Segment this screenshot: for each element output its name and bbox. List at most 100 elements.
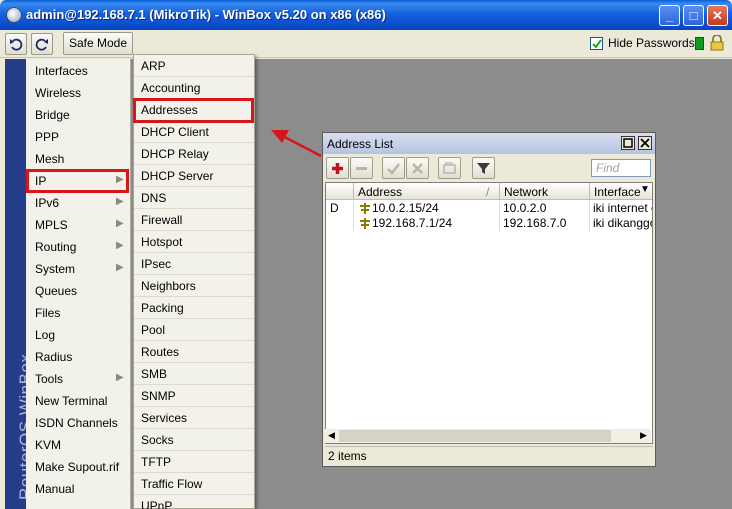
submenu-item-label: Accounting [141, 81, 201, 95]
redo-button[interactable] [31, 33, 53, 55]
submenu-item-label: DNS [141, 191, 167, 205]
table-row[interactable]: 192.168.7.1/24 192.168.7.0 iki dikanggo [326, 216, 652, 231]
comment-button[interactable] [438, 157, 461, 179]
submenu-arrow-icon: ▶ [116, 218, 124, 229]
submenu-item-dhcp-client[interactable]: DHCP Client [134, 121, 254, 143]
menu-item-label: Radius [35, 350, 73, 364]
remove-button[interactable] [350, 157, 373, 179]
column-header-address[interactable]: Address / [354, 183, 500, 200]
column-header-flag[interactable] [326, 183, 354, 200]
maximize-button[interactable]: □ [683, 5, 704, 26]
submenu-item-label: IPsec [141, 257, 172, 271]
x-icon [412, 163, 423, 174]
submenu-item-routes[interactable]: Routes [134, 341, 254, 363]
submenu-item-pool[interactable]: Pool [134, 319, 254, 341]
submenu-item-neighbors[interactable]: Neighbors [134, 275, 254, 297]
comment-icon [443, 162, 456, 174]
connection-status-indicator [695, 37, 704, 50]
menu-item-interfaces[interactable]: Interfaces [26, 59, 131, 81]
scroll-right-icon[interactable]: ▶ [640, 430, 647, 441]
menu-item-label: Wireless [35, 86, 82, 100]
scroll-left-icon[interactable]: ◀ [328, 430, 335, 441]
menu-item-label: PPP [35, 130, 60, 144]
submenu-item-ipsec[interactable]: IPsec [134, 253, 254, 275]
menu-item-label: Files [35, 306, 61, 320]
menu-item-make-supout[interactable]: Make Supout.rif [26, 455, 131, 477]
disable-button[interactable] [406, 157, 429, 179]
submenu-item-label: DHCP Client [141, 125, 209, 139]
pointer-arrow-icon [271, 130, 322, 158]
window-maximize-button[interactable] [621, 136, 635, 150]
submenu-item-label: DHCP Relay [141, 147, 209, 161]
horizontal-scrollbar[interactable]: ◀ ▶ [325, 429, 651, 443]
menu-item-label: KVM [35, 438, 62, 452]
hide-passwords-checkbox[interactable] [590, 37, 603, 50]
row-interface: iki internet e [593, 201, 652, 215]
menu-item-label: System [35, 262, 76, 276]
submenu-item-accounting[interactable]: Accounting [134, 77, 254, 99]
submenu-item-smb[interactable]: SMB [134, 363, 254, 385]
column-header-interface[interactable]: Interface ▼ [590, 183, 652, 200]
winbox-app-icon[interactable] [6, 7, 22, 23]
sort-icon: / [486, 185, 490, 199]
safe-mode-button[interactable]: Safe Mode [63, 32, 133, 55]
submenu-item-hotspot[interactable]: Hotspot [134, 231, 254, 253]
undo-button[interactable] [5, 33, 27, 55]
submenu-item-label: Hotspot [141, 235, 183, 249]
menu-item-queues[interactable]: Queues [26, 279, 131, 301]
submenu-item-packing[interactable]: Packing [134, 297, 254, 319]
window-close-button[interactable] [638, 136, 652, 150]
submenu-item-snmp[interactable]: SNMP [134, 385, 254, 407]
menu-item-label: Bridge [35, 108, 70, 122]
menu-item-manual[interactable]: Manual [26, 477, 131, 499]
address-table: Address / Network Interface ▼ D 10.0.2.1… [325, 182, 653, 444]
menu-item-routing[interactable]: Routing ▶ [26, 235, 131, 257]
close-button[interactable]: ✕ [707, 5, 728, 26]
submenu-item-arp[interactable]: ARP [134, 55, 254, 77]
submenu-item-tftp[interactable]: TFTP [134, 451, 254, 473]
enable-button[interactable] [382, 157, 405, 179]
menu-item-new-terminal[interactable]: New Terminal [26, 389, 131, 411]
plus-icon [332, 163, 343, 174]
find-input[interactable] [591, 159, 651, 177]
menu-item-label: MPLS [35, 218, 68, 232]
submenu-item-label: Traffic Flow [141, 477, 203, 491]
submenu-item-upnp[interactable]: UPnP [134, 495, 254, 509]
minimize-button[interactable]: _ [659, 5, 680, 26]
menu-item-system[interactable]: System ▶ [26, 257, 131, 279]
menu-item-kvm[interactable]: KVM [26, 433, 131, 455]
submenu-item-label: Pool [141, 323, 166, 337]
row-interface: iki dikanggo [593, 216, 652, 230]
menu-item-bridge[interactable]: Bridge [26, 103, 131, 125]
submenu-item-firewall[interactable]: Firewall [134, 209, 254, 231]
submenu-item-dns[interactable]: DNS [134, 187, 254, 209]
close-icon [640, 138, 650, 148]
submenu-item-traffic-flow[interactable]: Traffic Flow [134, 473, 254, 495]
submenu-item-dhcp-relay[interactable]: DHCP Relay [134, 143, 254, 165]
menu-item-radius[interactable]: Radius [26, 345, 131, 367]
menu-item-tools[interactable]: Tools ▶ [26, 367, 131, 389]
menu-item-label: New Terminal [35, 394, 108, 408]
address-list-titlebar[interactable]: Address List [323, 133, 655, 154]
address-list-window: Address List Address / Network Interface [322, 132, 656, 467]
column-header-network[interactable]: Network [500, 183, 590, 200]
main-menu: Interfaces Wireless Bridge PPP Mesh IP ▶ … [26, 59, 131, 509]
menu-item-mesh[interactable]: Mesh [26, 147, 131, 169]
submenu-item-socks[interactable]: Socks [134, 429, 254, 451]
menu-item-mpls[interactable]: MPLS ▶ [26, 213, 131, 235]
menu-item-files[interactable]: Files [26, 301, 131, 323]
scrollbar-thumb[interactable] [339, 430, 611, 442]
submenu-item-label: Neighbors [141, 279, 196, 293]
row-flag [326, 216, 354, 231]
submenu-item-services[interactable]: Services [134, 407, 254, 429]
menu-item-ppp[interactable]: PPP [26, 125, 131, 147]
column-header-label: Network [504, 185, 549, 199]
menu-item-ipv6[interactable]: IPv6 ▶ [26, 191, 131, 213]
menu-item-log[interactable]: Log [26, 323, 131, 345]
add-button[interactable] [326, 157, 349, 179]
filter-button[interactable] [472, 157, 495, 179]
menu-item-isdn-channels[interactable]: ISDN Channels [26, 411, 131, 433]
submenu-item-dhcp-server[interactable]: DHCP Server [134, 165, 254, 187]
menu-item-wireless[interactable]: Wireless [26, 81, 131, 103]
table-row[interactable]: D 10.0.2.15/24 10.0.2.0 iki internet e [326, 201, 652, 216]
